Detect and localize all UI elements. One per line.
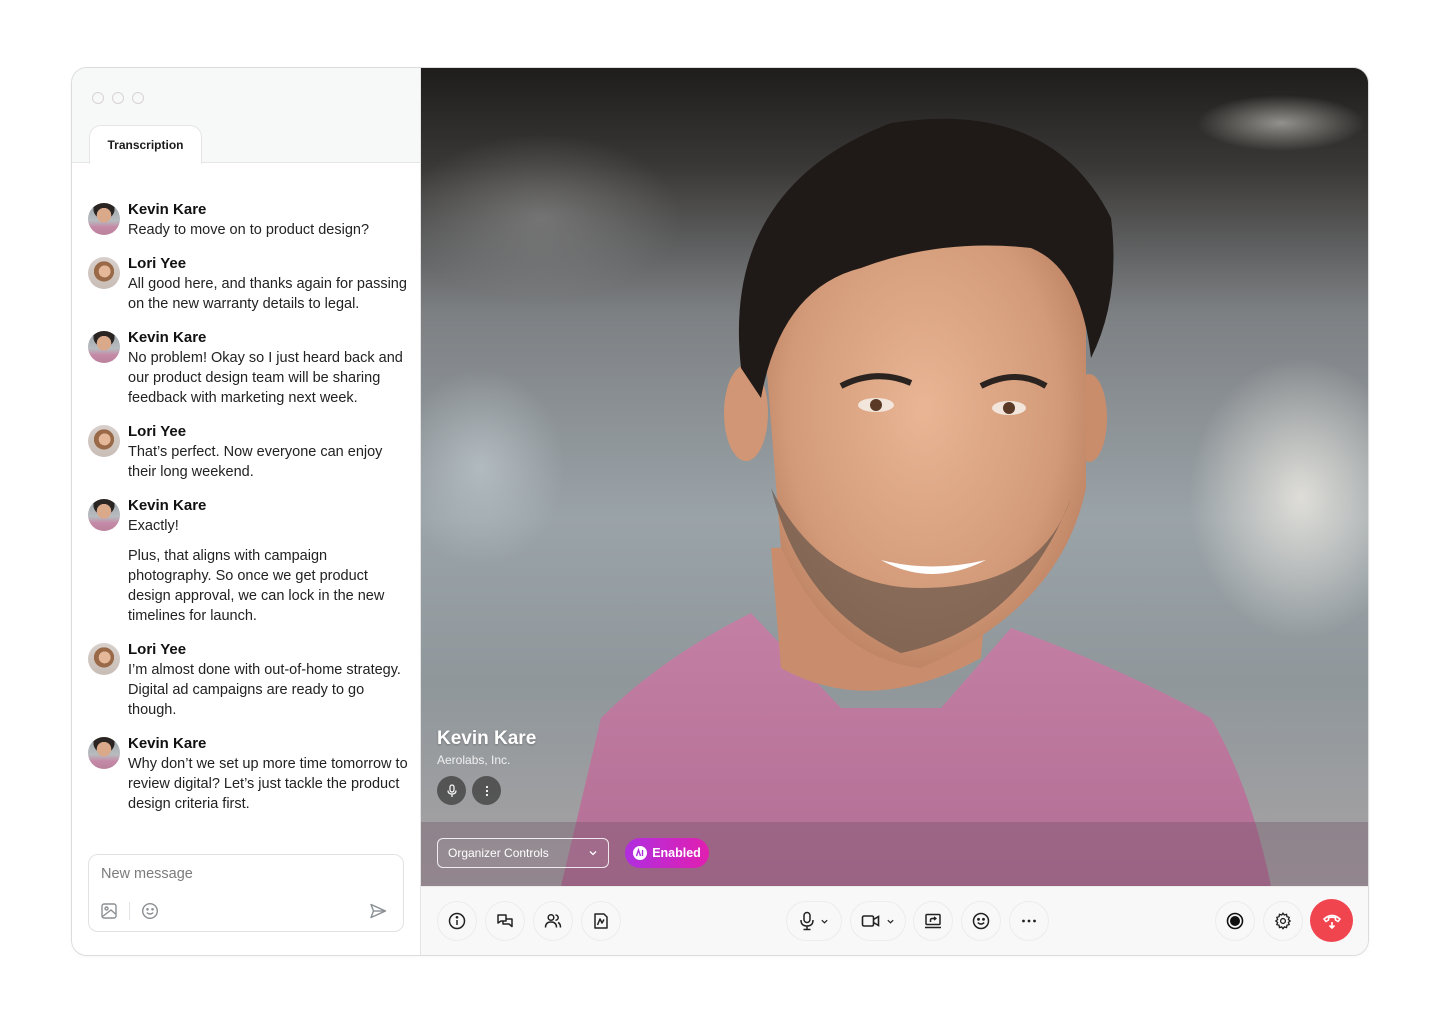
- participant-tile-controls: [437, 776, 501, 805]
- avatar[interactable]: [88, 331, 120, 363]
- organizer-controls-dropdown[interactable]: Organizer Controls: [437, 838, 609, 868]
- info-icon: [448, 912, 466, 930]
- transcript-message: Kevin Kare Why don’t we set up more time …: [88, 734, 408, 814]
- title-bar: Transcription: [72, 68, 420, 164]
- speaker-name: Kevin Kare: [128, 201, 207, 218]
- info-button[interactable]: [437, 901, 477, 941]
- more-options-button[interactable]: [1009, 901, 1049, 941]
- avatar[interactable]: [88, 499, 120, 531]
- image-icon[interactable]: [99, 901, 119, 921]
- transcript-message: Kevin Kare Ready to move on to product de…: [88, 200, 408, 240]
- chevron-down-icon: [589, 851, 597, 856]
- avatar[interactable]: [88, 203, 120, 235]
- emoji-icon[interactable]: [140, 901, 160, 921]
- speaker-name: Lori Yee: [128, 641, 187, 658]
- maximize-window-button[interactable]: [132, 92, 144, 104]
- composer-divider: [129, 902, 130, 920]
- speaker-name: Lori Yee: [128, 423, 187, 440]
- organizer-bar: Organizer Controls Enabled: [421, 822, 1368, 886]
- tab-transcription[interactable]: Transcription: [89, 125, 202, 164]
- whiteboard-button[interactable]: [581, 901, 621, 941]
- minimize-window-button[interactable]: [112, 92, 124, 104]
- ai-icon: [633, 846, 648, 860]
- message-text: I’m almost done with out-of-home strateg…: [128, 662, 401, 718]
- more-vertical-icon: [485, 785, 488, 796]
- message-text: No problem! Okay so I just heard back an…: [128, 350, 403, 406]
- message-body: Lori Yee All good here, and thanks again …: [128, 254, 408, 314]
- participant-video: [561, 118, 1271, 886]
- organizer-controls-label: Organizer Controls: [448, 846, 549, 860]
- participant-name: Kevin Kare: [437, 728, 537, 749]
- close-window-button[interactable]: [92, 92, 104, 104]
- end-call-icon: [1322, 914, 1341, 929]
- window-controls: [92, 92, 144, 104]
- call-toolbar: [421, 886, 1368, 955]
- ai-enabled-badge[interactable]: Enabled: [625, 838, 709, 868]
- speaker-name: Kevin Kare: [128, 497, 207, 514]
- participants-icon: [544, 913, 562, 928]
- message-body: Kevin Kare Why don’t we set up more time …: [128, 734, 408, 814]
- message-body: Lori Yee I’m almost done with out-of-home…: [128, 640, 408, 720]
- send-icon[interactable]: [368, 901, 388, 921]
- message-body: Lori Yee That’s perfect. Now everyone can…: [128, 422, 408, 482]
- microphone-button[interactable]: [786, 901, 842, 941]
- settings-icon: [1274, 912, 1292, 930]
- microphone-icon: [446, 783, 457, 797]
- microphone-icon: [800, 911, 814, 931]
- transcript-message: Lori Yee I’m almost done with out-of-home…: [88, 640, 408, 720]
- avatar[interactable]: [88, 425, 120, 457]
- chat-icon: [497, 914, 513, 928]
- speaker-name: Kevin Kare: [128, 329, 207, 346]
- whiteboard-icon: [594, 913, 608, 929]
- message-body: Kevin Kare No problem! Okay so I just hea…: [128, 328, 408, 408]
- camera-icon: [861, 915, 880, 927]
- avatar[interactable]: [88, 643, 120, 675]
- end-call-button[interactable]: [1310, 899, 1353, 942]
- speaker-name: Lori Yee: [128, 255, 187, 272]
- speaker-name: Kevin Kare: [128, 735, 207, 752]
- message-text: Exactly!: [128, 518, 179, 534]
- transcript-message: Kevin Kare No problem! Okay so I just hea…: [88, 328, 408, 408]
- settings-button[interactable]: [1263, 901, 1303, 941]
- participant-label: Kevin Kare Aerolabs, Inc.: [437, 728, 536, 767]
- message-text: Why don’t we set up more time tomorrow t…: [128, 756, 408, 812]
- transcript-message: Lori Yee That’s perfect. Now everyone can…: [88, 422, 408, 482]
- message-text: Ready to move on to product design?: [128, 222, 370, 238]
- avatar[interactable]: [88, 737, 120, 769]
- new-message-input[interactable]: [101, 863, 381, 885]
- transcript-list: Kevin Kare Ready to move on to product de…: [88, 200, 408, 828]
- transcript-message: Lori Yee All good here, and thanks again …: [88, 254, 408, 314]
- message-text: All good here, and thanks again for pass…: [128, 276, 407, 312]
- camera-button[interactable]: [850, 901, 906, 941]
- participant-org: Aerolabs, Inc.: [437, 753, 511, 767]
- reactions-button[interactable]: [961, 901, 1001, 941]
- participant-more-button[interactable]: [472, 776, 501, 805]
- meeting-window: Transcription Kevin Kare Ready to move on…: [71, 67, 1369, 956]
- reactions-icon: [972, 912, 990, 930]
- avatar[interactable]: [88, 257, 120, 289]
- video-stage: Kevin Kare Aerolabs, Inc. Organizer Cont…: [421, 68, 1368, 886]
- record-icon: [1226, 912, 1244, 930]
- chevron-down-icon: [887, 919, 894, 924]
- more-icon: [1022, 919, 1036, 923]
- transcript-message: Kevin Kare Exactly! Plus, that aligns with…: [88, 496, 408, 626]
- transcription-panel: Transcription Kevin Kare Ready to move on…: [72, 68, 421, 955]
- message-body: Kevin Kare Ready to move on to product de…: [128, 200, 408, 240]
- record-button[interactable]: [1215, 901, 1255, 941]
- message-body: Kevin Kare Exactly! Plus, that aligns with…: [128, 496, 408, 626]
- participants-button[interactable]: [533, 901, 573, 941]
- ai-status-label: Enabled: [652, 846, 701, 860]
- message-text: Plus, that aligns with campaign photogra…: [128, 548, 385, 624]
- chevron-down-icon: [821, 919, 828, 924]
- chat-button[interactable]: [485, 901, 525, 941]
- message-text: That’s perfect. Now everyone can enjoy t…: [128, 444, 383, 480]
- participant-mic-button[interactable]: [437, 776, 466, 805]
- share-screen-button[interactable]: [913, 901, 953, 941]
- share-screen-icon: [925, 913, 941, 929]
- message-composer: [88, 854, 404, 932]
